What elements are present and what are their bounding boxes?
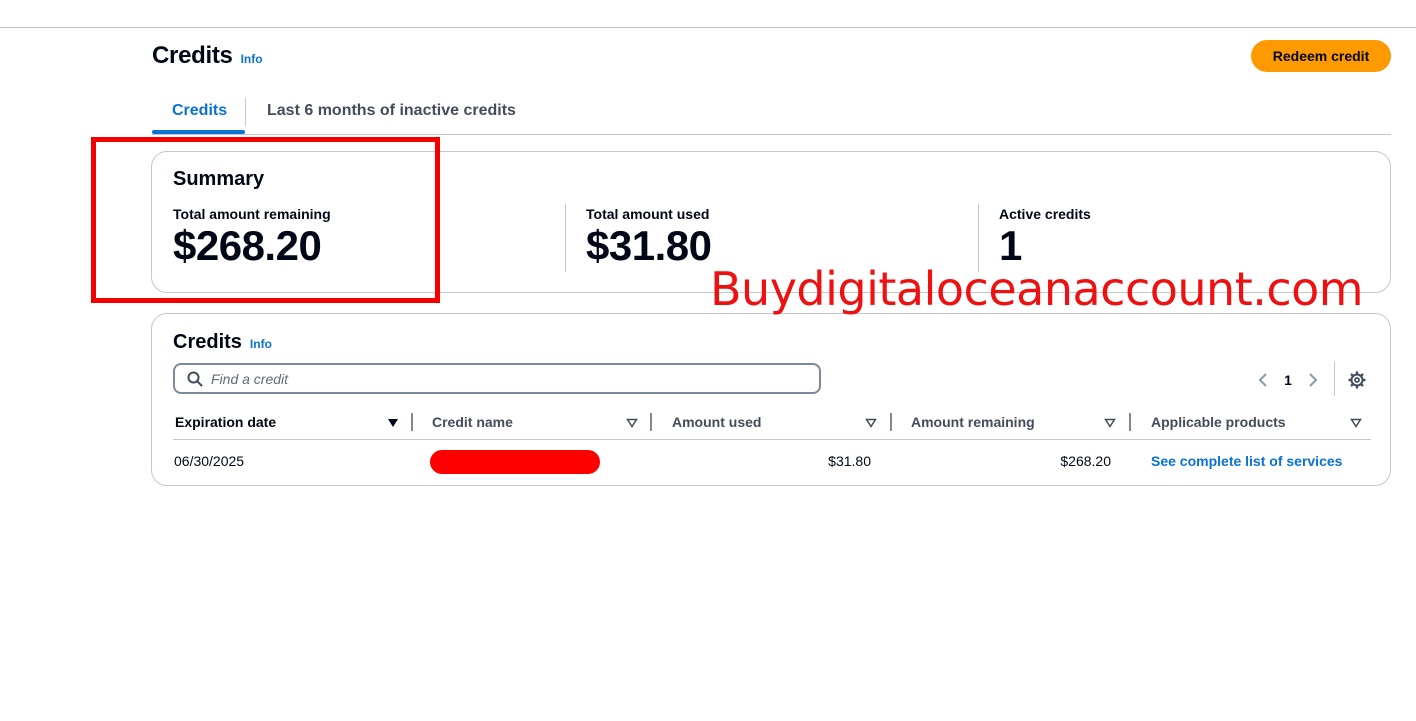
summary-title: Summary [173, 168, 265, 190]
stat-total-remaining: Total amount remaining $268.20 [173, 206, 331, 270]
column-header-expiration-date[interactable]: Expiration date [175, 414, 276, 430]
tab-inactive-credits[interactable]: Last 6 months of inactive credits [267, 96, 516, 134]
table-header-row: Expiration date Credit name Amount used … [173, 407, 1371, 440]
page-number[interactable]: 1 [1277, 372, 1299, 388]
top-divider [0, 27, 1416, 28]
pagination-divider [1334, 362, 1335, 396]
chevron-left-icon[interactable] [1249, 366, 1277, 394]
pagination: 1 [1249, 366, 1327, 394]
credits-table-title: Credits [173, 331, 242, 353]
tab-credits[interactable]: Credits [172, 96, 227, 134]
page-title: Credits [152, 42, 233, 69]
page-info-link[interactable]: Info [241, 52, 263, 66]
search-input[interactable] [211, 370, 771, 387]
column-resizer[interactable] [1129, 413, 1131, 431]
tab-list: Credits Last 6 months of inactive credit… [152, 96, 1391, 135]
credits-table: Expiration date Credit name Amount used … [173, 407, 1371, 482]
column-header-applicable-products[interactable]: Applicable products [1151, 414, 1286, 430]
stat-value: $268.20 [173, 222, 322, 269]
page-header: Credits Info [152, 42, 263, 70]
stat-total-used: Total amount used $31.80 [586, 206, 712, 270]
see-services-link[interactable]: See complete list of services [1151, 453, 1342, 469]
column-resizer[interactable] [411, 413, 413, 431]
stat-divider [978, 204, 979, 272]
stat-label: Total amount remaining [173, 206, 331, 222]
table-row: 06/30/2025 $31.80 $268.20 See complete l… [173, 440, 1371, 482]
sort-icon[interactable] [626, 416, 638, 428]
summary-card: Summary Total amount remaining $268.20 T… [151, 151, 1391, 293]
sort-icon[interactable] [865, 416, 877, 428]
column-resizer[interactable] [890, 413, 892, 431]
cell-amount-used: $31.80 [828, 453, 871, 469]
sort-icon[interactable] [1104, 416, 1116, 428]
stat-active-credits: Active credits 1 [999, 206, 1091, 270]
search-icon [187, 371, 203, 387]
gear-icon[interactable] [1344, 367, 1370, 393]
active-tab-indicator [152, 130, 245, 134]
credits-table-header: Credits Info [173, 331, 272, 354]
cell-expiration-date: 06/30/2025 [174, 453, 245, 469]
stat-label: Total amount used [586, 206, 710, 222]
chevron-right-icon[interactable] [1299, 366, 1327, 394]
stat-divider [565, 204, 566, 272]
stat-value: $31.80 [586, 222, 712, 269]
tab-separator [245, 98, 246, 126]
column-header-amount-used[interactable]: Amount used [672, 414, 761, 430]
search-box[interactable] [173, 363, 821, 394]
credits-info-link[interactable]: Info [250, 337, 272, 351]
column-header-credit-name[interactable]: Credit name [432, 414, 513, 430]
cell-amount-remaining: $268.20 [1060, 453, 1111, 469]
stat-value: 1 [999, 222, 1022, 269]
column-header-amount-remaining[interactable]: Amount remaining [911, 414, 1035, 430]
redacted-credit-name [430, 450, 600, 474]
sort-icon[interactable] [1350, 416, 1362, 428]
stat-label: Active credits [999, 206, 1091, 222]
credits-table-card: Credits Info 1 Expira [151, 313, 1391, 486]
column-resizer[interactable] [650, 413, 652, 431]
sort-descending-icon[interactable] [387, 416, 399, 428]
redeem-credit-button[interactable]: Redeem credit [1251, 40, 1391, 72]
